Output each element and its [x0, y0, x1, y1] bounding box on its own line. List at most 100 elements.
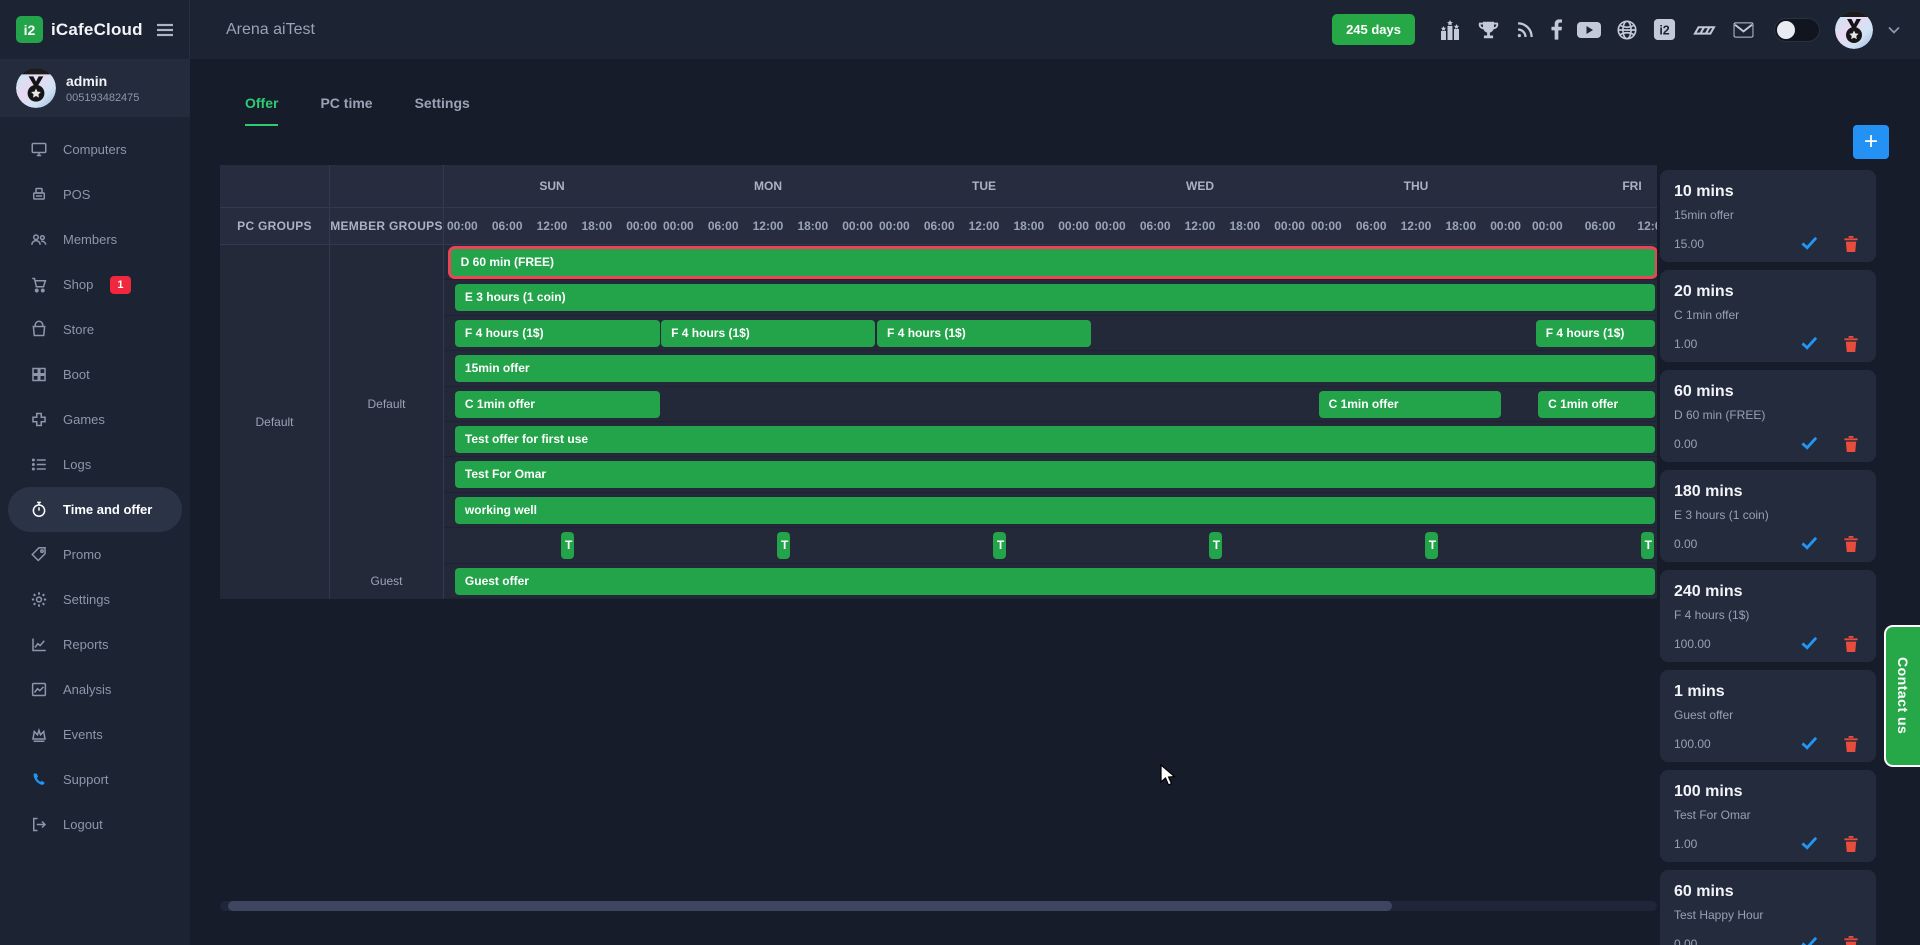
hamburger-menu-icon[interactable]	[155, 20, 175, 40]
sidebar-item-computers[interactable]: Computers	[8, 127, 182, 172]
delete-trash-icon[interactable]	[1844, 536, 1858, 552]
delete-trash-icon[interactable]	[1844, 736, 1858, 752]
sidebar-item-pos[interactable]: POS	[8, 172, 182, 217]
time-label: 06:00	[1140, 208, 1171, 244]
sidebar-item-reports[interactable]: Reports	[8, 622, 182, 667]
offer-bar[interactable]: D 60 min (FREE)	[451, 249, 1655, 276]
tab-settings[interactable]: Settings	[415, 95, 470, 126]
sidebar-item-store[interactable]: Store	[8, 307, 182, 352]
offer-duration: 240 mins	[1674, 583, 1862, 601]
offer-bar[interactable]: C 1min offer	[455, 391, 660, 418]
offer-bar[interactable]: T	[1209, 532, 1222, 559]
offer-bar[interactable]: T	[777, 532, 790, 559]
offer-bar[interactable]: E 3 hours (1 coin)	[455, 284, 1655, 311]
time-label: 18:00	[797, 208, 828, 244]
tab-pc-time[interactable]: PC time	[320, 95, 372, 126]
delete-trash-icon[interactable]	[1844, 636, 1858, 652]
delete-trash-icon[interactable]	[1844, 336, 1858, 352]
time-label: 12:00	[1637, 208, 1657, 244]
icafe-icon[interactable]: i2	[1653, 18, 1676, 41]
member-group-guest: Guest	[330, 564, 443, 599]
confirm-check-icon[interactable]	[1801, 336, 1818, 352]
delete-trash-icon[interactable]	[1844, 836, 1858, 852]
offer-bar[interactable]: C 1min offer	[1319, 391, 1501, 418]
offer-bar[interactable]: working well	[455, 497, 1655, 524]
schedule-row: TTTTTT	[444, 528, 1657, 563]
confirm-check-icon[interactable]	[1801, 936, 1818, 945]
facebook-icon[interactable]	[1551, 19, 1562, 40]
offer-bar[interactable]: F 4 hours (1$)	[1536, 320, 1655, 347]
sidebar-item-boot[interactable]: Boot	[8, 352, 182, 397]
offer-bar[interactable]: 15min offer	[455, 355, 1655, 382]
sidebar-item-label: Store	[63, 322, 94, 337]
offer-bar[interactable]: C 1min offer	[1538, 391, 1654, 418]
offer-bar[interactable]: Test offer for first use	[455, 426, 1655, 453]
sidebar-item-settings[interactable]: Settings	[8, 577, 182, 622]
sidebar-item-label: Analysis	[63, 682, 111, 697]
confirm-check-icon[interactable]	[1801, 636, 1818, 652]
offer-bar[interactable]: Test For Omar	[455, 461, 1655, 488]
add-offer-button[interactable]: +	[1853, 125, 1889, 159]
rss-icon[interactable]	[1515, 19, 1536, 40]
sidebar-item-promo[interactable]: Promo	[8, 532, 182, 577]
chevron-down-icon[interactable]	[1888, 26, 1900, 34]
delete-trash-icon[interactable]	[1844, 936, 1858, 945]
support-icon	[30, 770, 48, 789]
youtube-icon[interactable]	[1577, 21, 1601, 39]
sidebar-item-games[interactable]: Games	[8, 397, 182, 442]
sidebar-item-logs[interactable]: Logs	[8, 442, 182, 487]
cards-icon[interactable]	[1691, 20, 1717, 40]
time-label: 00:00	[1274, 208, 1305, 244]
offer-bar[interactable]: T	[1425, 532, 1438, 559]
confirm-check-icon[interactable]	[1801, 736, 1818, 752]
confirm-check-icon[interactable]	[1801, 236, 1818, 252]
day-label: THU	[1404, 165, 1429, 207]
globe-icon[interactable]	[1616, 19, 1638, 41]
offer-bar[interactable]: T	[1641, 532, 1654, 559]
tab-offer[interactable]: Offer	[245, 95, 278, 126]
mail-icon[interactable]	[1732, 21, 1755, 39]
offer-card: 60 minsD 60 min (FREE)0.00	[1660, 370, 1876, 462]
day-header-membergroups-cell	[330, 165, 444, 207]
offer-duration: 20 mins	[1674, 283, 1862, 301]
offer-duration: 60 mins	[1674, 883, 1862, 901]
horizontal-scrollbar[interactable]	[220, 901, 1657, 911]
day-label: TUE	[972, 165, 996, 207]
subscription-days-badge[interactable]: 245 days	[1332, 14, 1415, 45]
delete-trash-icon[interactable]	[1844, 436, 1858, 452]
time-label: 06:00	[1585, 208, 1616, 244]
theme-toggle[interactable]	[1774, 18, 1820, 42]
delete-trash-icon[interactable]	[1844, 236, 1858, 252]
user-avatar	[16, 68, 56, 108]
confirm-check-icon[interactable]	[1801, 436, 1818, 452]
time-label: 00:00	[626, 208, 657, 244]
scrollbar-thumb[interactable]	[228, 901, 1392, 911]
offer-duration: 1 mins	[1674, 683, 1862, 701]
sidebar-item-support[interactable]: Support	[8, 757, 182, 802]
schedule-row: E 3 hours (1 coin)	[444, 280, 1657, 315]
offer-bar[interactable]: F 4 hours (1$)	[455, 320, 660, 347]
time-labels: 00:0006:0012:0018:0000:0000:0006:0012:00…	[444, 208, 1657, 244]
contact-us-button[interactable]: Contact us	[1884, 625, 1920, 767]
time-label: 18:00	[1013, 208, 1044, 244]
offer-bar[interactable]: T	[561, 532, 574, 559]
day-header-row: SUNMONTUEWEDTHUFRI	[220, 165, 1657, 208]
sidebar-item-logout[interactable]: Logout	[8, 802, 182, 847]
ranking-icon[interactable]	[1438, 19, 1462, 41]
sidebar-item-analysis[interactable]: Analysis	[8, 667, 182, 712]
offer-bar[interactable]: Guest offer	[455, 568, 1655, 595]
sidebar-item-members[interactable]: Members	[8, 217, 182, 262]
confirm-check-icon[interactable]	[1801, 536, 1818, 552]
confirm-check-icon[interactable]	[1801, 836, 1818, 852]
offer-bar[interactable]: F 4 hours (1$)	[877, 320, 1090, 347]
offer-name: D 60 min (FREE)	[1674, 408, 1862, 422]
sidebar-item-shop[interactable]: Shop1	[8, 262, 182, 307]
sidebar-item-events[interactable]: Events	[8, 712, 182, 757]
trophy-icon[interactable]	[1477, 19, 1500, 41]
offer-bar[interactable]: T	[993, 532, 1006, 559]
avatar[interactable]	[1835, 11, 1873, 49]
sidebar-item-label: Shop	[63, 277, 93, 292]
user-profile[interactable]: admin 005193482475	[0, 59, 190, 117]
offer-bar[interactable]: F 4 hours (1$)	[661, 320, 874, 347]
sidebar-item-time-and-offer[interactable]: Time and offer	[8, 487, 182, 532]
